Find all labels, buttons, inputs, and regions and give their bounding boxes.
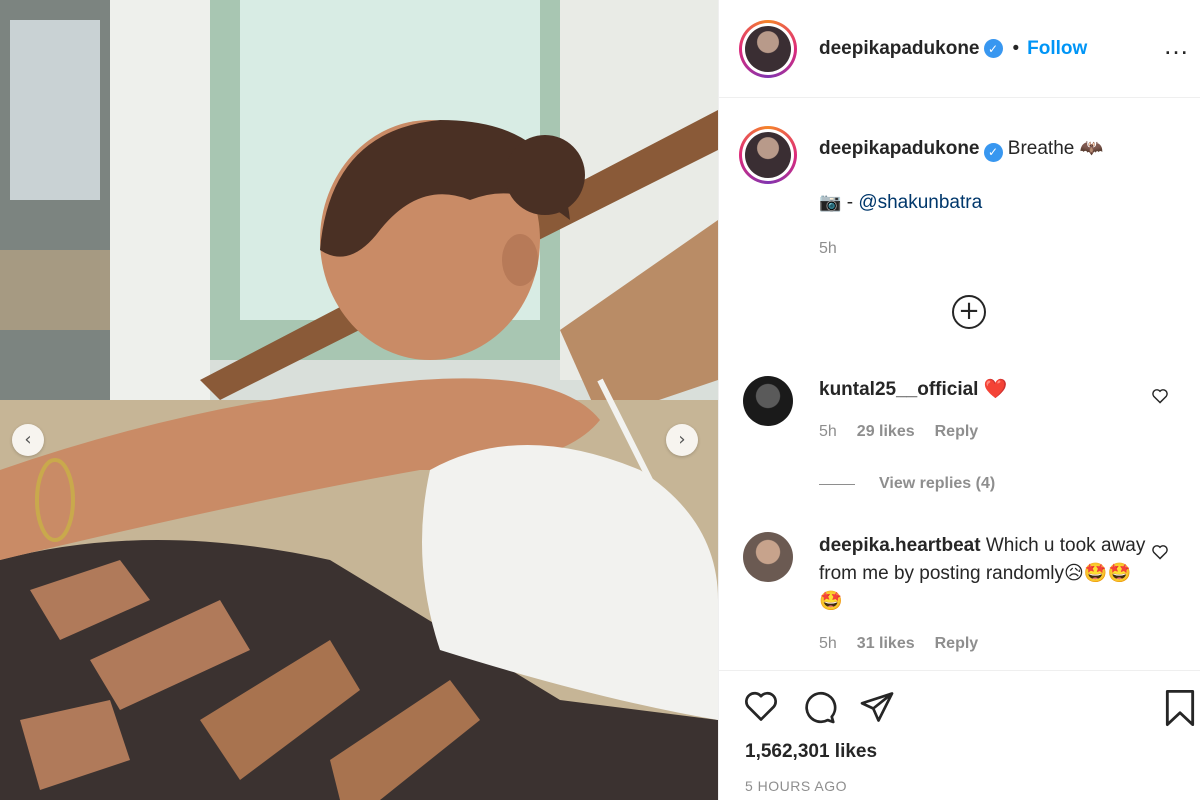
comments-section: deepikapadukone ✓ Breathe 🦇 📷 - @shakunba… (719, 98, 1200, 670)
save-button[interactable] (1163, 689, 1197, 732)
chevron-right-icon: › (678, 429, 686, 450)
caption-text: Breathe (1007, 138, 1075, 159)
post-photo: ‹ › (0, 0, 718, 800)
follow-button[interactable]: Follow (1027, 38, 1087, 60)
credit-mention-link[interactable]: @shakunbatra (858, 192, 982, 213)
bookmark-icon (1165, 689, 1195, 727)
verified-badge-icon: ✓ (983, 142, 1003, 162)
caption-timestamp: 5h (819, 240, 837, 257)
comment-time: 5h (819, 423, 837, 440)
more-options-icon[interactable]: … (1163, 30, 1190, 61)
likes-count[interactable]: 1,562,301 likes (745, 741, 877, 763)
comment-likes[interactable]: 31 likes (857, 630, 915, 658)
comment-item: deepika.heartbeat Which u took away from… (743, 532, 1183, 658)
comment-username[interactable]: deepika.heartbeat (819, 535, 981, 556)
comment-avatar[interactable] (743, 376, 793, 426)
load-more-comments-button[interactable]: + (952, 295, 986, 329)
comment-bubble-icon (805, 691, 837, 724)
comment-like-button[interactable] (1151, 388, 1169, 409)
header-username[interactable]: deepikapadukone (819, 38, 980, 60)
caption-emoji: 🦇 (1079, 138, 1104, 159)
caption-username[interactable]: deepikapadukone (819, 138, 980, 159)
comment-reply-button[interactable]: Reply (935, 418, 979, 446)
chevron-left-icon: ‹ (24, 429, 32, 450)
camera-icon: 📷 (819, 192, 842, 213)
post-header: deepikapadukone ✓ • Follow … (719, 0, 1200, 98)
comment-likes[interactable]: 29 likes (857, 418, 915, 446)
carousel-next-button[interactable]: › (666, 424, 698, 456)
share-button[interactable] (859, 689, 895, 730)
post-timestamp: 5 HOURS AGO (745, 778, 847, 794)
comment-reply-button[interactable]: Reply (935, 630, 979, 658)
comment-text: ❤️ (983, 379, 1008, 400)
comment-item: kuntal25__official ❤️ 5h 29 likes Reply (743, 376, 1183, 446)
verified-badge-icon: ✓ (983, 39, 1003, 58)
separator-dot: • (1012, 37, 1020, 59)
caption: deepikapadukone ✓ Breathe 🦇 📷 - @shakunba… (739, 126, 1103, 262)
caption-avatar[interactable] (739, 126, 797, 184)
post-side-panel: deepikapadukone ✓ • Follow … deepikapadu… (718, 0, 1200, 800)
like-button[interactable] (743, 689, 779, 730)
heart-icon (745, 691, 777, 721)
comment-button[interactable] (801, 689, 837, 730)
heart-icon (1152, 545, 1168, 560)
post-photo-illustration (0, 0, 718, 800)
comment-time: 5h (819, 635, 837, 652)
paper-plane-icon (860, 692, 894, 722)
view-replies-button[interactable]: View replies (4) (819, 475, 995, 493)
plus-circle-icon: + (958, 296, 980, 326)
heart-icon (1152, 389, 1168, 404)
comment-like-button[interactable] (1151, 544, 1169, 565)
post-actions: 1,562,301 likes 5 HOURS AGO (719, 670, 1200, 800)
credit-prefix: - (846, 192, 859, 213)
comment-username[interactable]: kuntal25__official (819, 379, 978, 400)
comment-avatar[interactable] (743, 532, 793, 582)
avatar-image (745, 25, 791, 72)
carousel-prev-button[interactable]: ‹ (12, 424, 44, 456)
avatar[interactable] (739, 19, 797, 78)
